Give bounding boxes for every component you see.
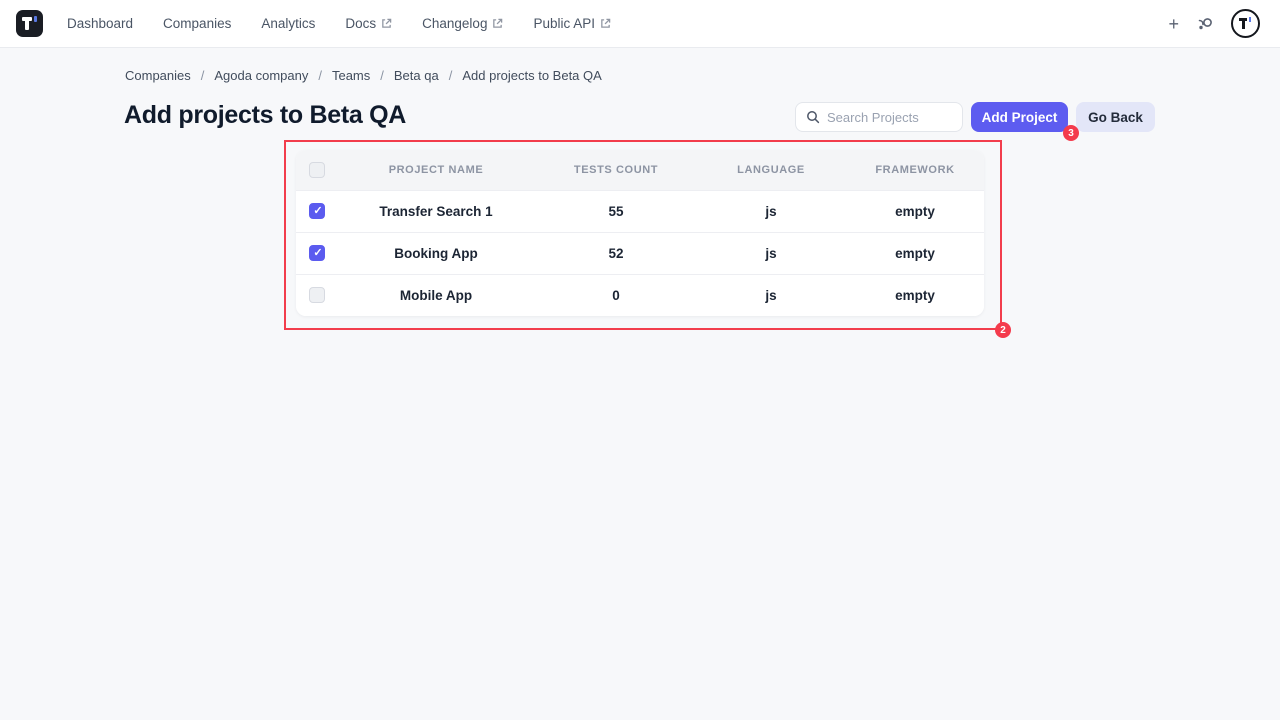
- app-logo[interactable]: [16, 10, 43, 37]
- table-row: Transfer Search 1 55 js empty: [296, 190, 984, 232]
- cell-project-name: Transfer Search 1: [336, 190, 536, 232]
- table-header-row: PROJECT NAME TESTS COUNT LANGUAGE FRAMEW…: [296, 150, 984, 190]
- cell-framework: empty: [846, 274, 984, 316]
- page-title: Add projects to Beta QA: [124, 101, 406, 130]
- projects-table-card: PROJECT NAME TESTS COUNT LANGUAGE FRAMEW…: [296, 150, 984, 316]
- external-link-icon: [492, 18, 503, 29]
- logo-t-tick: [34, 16, 37, 22]
- cell-framework: empty: [846, 190, 984, 232]
- external-link-icon: [381, 18, 392, 29]
- table-row: Booking App 52 js empty: [296, 232, 984, 274]
- top-navbar: Dashboard Companies Analytics Docs Chang…: [0, 0, 1280, 48]
- projects-table: PROJECT NAME TESTS COUNT LANGUAGE FRAMEW…: [296, 150, 984, 316]
- breadcrumb-separator: /: [449, 68, 453, 83]
- breadcrumb: Companies / Agoda company / Teams / Beta…: [125, 68, 602, 83]
- cell-framework: empty: [846, 232, 984, 274]
- go-back-button[interactable]: Go Back: [1076, 102, 1155, 132]
- cell-tests-count: 52: [536, 232, 696, 274]
- nav-item-analytics[interactable]: Analytics: [261, 16, 315, 31]
- cell-language: js: [696, 274, 846, 316]
- cell-tests-count: 55: [536, 190, 696, 232]
- column-header-project-name: PROJECT NAME: [336, 150, 536, 190]
- nav-item-docs[interactable]: Docs: [345, 16, 392, 31]
- add-project-button[interactable]: Add Project: [971, 102, 1068, 132]
- nav-item-label: Public API: [533, 16, 595, 31]
- cell-tests-count: 0: [536, 274, 696, 316]
- breadcrumb-separator: /: [380, 68, 384, 83]
- feed-icon[interactable]: [1196, 15, 1214, 33]
- cell-project-name: Mobile App: [336, 274, 536, 316]
- cell-language: js: [696, 190, 846, 232]
- table-row: Mobile App 0 js empty: [296, 274, 984, 316]
- nav-item-label: Changelog: [422, 16, 487, 31]
- breadcrumb-companies[interactable]: Companies: [125, 68, 191, 83]
- nav-item-dashboard[interactable]: Dashboard: [67, 16, 133, 31]
- breadcrumb-beta-qa[interactable]: Beta qa: [394, 68, 439, 83]
- breadcrumb-separator: /: [201, 68, 205, 83]
- search-projects-input[interactable]: [827, 110, 952, 125]
- external-link-icon: [600, 18, 611, 29]
- search-icon: [806, 110, 820, 124]
- avatar-t-tick: [1249, 17, 1252, 22]
- logo-t-stem: [25, 17, 29, 30]
- row-checkbox[interactable]: [309, 287, 325, 303]
- annotation-badge-3: 3: [1063, 125, 1079, 141]
- breadcrumb-agoda-company[interactable]: Agoda company: [214, 68, 308, 83]
- annotation-badge-2: 2: [995, 322, 1011, 338]
- cell-language: js: [696, 232, 846, 274]
- column-header-language: LANGUAGE: [696, 150, 846, 190]
- user-avatar[interactable]: [1231, 9, 1260, 38]
- nav-item-label: Analytics: [261, 16, 315, 31]
- column-header-tests-count: TESTS COUNT: [536, 150, 696, 190]
- select-all-checkbox[interactable]: [309, 162, 325, 178]
- breadcrumb-current-page: Add projects to Beta QA: [462, 68, 601, 83]
- row-checkbox[interactable]: [309, 245, 325, 261]
- add-icon[interactable]: +: [1168, 15, 1179, 33]
- nav-item-companies[interactable]: Companies: [163, 16, 231, 31]
- cell-project-name: Booking App: [336, 232, 536, 274]
- column-header-framework: FRAMEWORK: [846, 150, 984, 190]
- nav-item-label: Dashboard: [67, 16, 133, 31]
- search-projects-box: [795, 102, 963, 132]
- avatar-t-stem: [1242, 18, 1245, 29]
- nav-item-public-api[interactable]: Public API: [533, 16, 611, 31]
- nav-item-label: Companies: [163, 16, 231, 31]
- nav-links: Dashboard Companies Analytics Docs Chang…: [67, 16, 611, 31]
- breadcrumb-teams[interactable]: Teams: [332, 68, 370, 83]
- row-checkbox[interactable]: [309, 203, 325, 219]
- nav-item-label: Docs: [345, 16, 376, 31]
- breadcrumb-separator: /: [318, 68, 322, 83]
- nav-right-actions: +: [1168, 9, 1266, 38]
- nav-item-changelog[interactable]: Changelog: [422, 16, 503, 31]
